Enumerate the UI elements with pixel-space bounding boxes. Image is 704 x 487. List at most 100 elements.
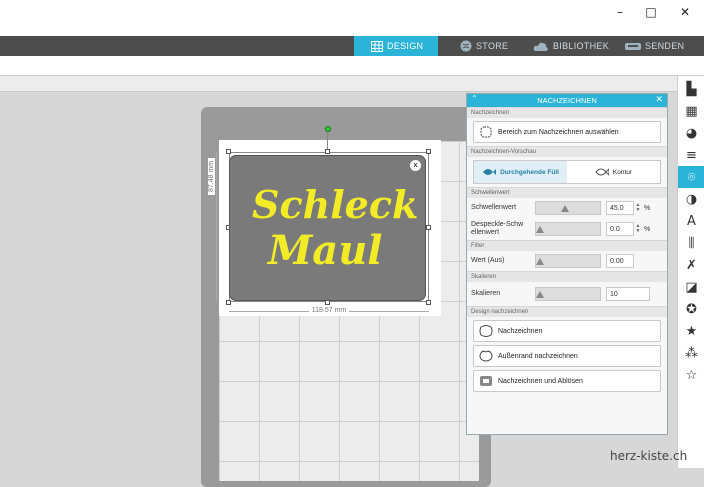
lettering-artwork: Schleck Maul	[252, 182, 418, 274]
sketch-icon[interactable]: ⁂	[678, 342, 704, 364]
outline-option-label: Kontur	[612, 168, 633, 176]
grid-icon	[371, 40, 383, 52]
filter-row: Wert (Aus) 0.00	[467, 251, 667, 271]
trace-outer-edge-button[interactable]: Außenrand nachzeichnen	[473, 345, 661, 367]
tab-send-label: SENDEN	[645, 41, 685, 51]
outer-edge-icon	[479, 349, 493, 363]
resize-handle-tl[interactable]	[226, 149, 231, 154]
preview-mode-toggle: Durchgehende Füll Kontur	[473, 160, 661, 184]
tab-store[interactable]: STORE	[460, 36, 508, 56]
resize-handle-t[interactable]	[325, 149, 330, 154]
scale-slider-thumb[interactable]	[536, 291, 544, 298]
detach-icon	[479, 374, 493, 388]
palette-icon[interactable]: ◕	[678, 122, 704, 144]
transform-icon[interactable]: ✗	[678, 254, 704, 276]
section-threshold: Schwellenwert	[467, 187, 667, 198]
select-area-icon	[479, 125, 493, 139]
maximize-button[interactable]: □	[634, 0, 668, 24]
despeckle-spinner[interactable]: ▲ ▼	[634, 224, 642, 234]
scale-row: Skalieren 10	[467, 282, 667, 306]
panel-header: ⌃ NACHZEICHNEN ✕	[467, 94, 667, 107]
cloud-icon	[533, 42, 548, 51]
fill-option[interactable]: Durchgehende Füll	[474, 161, 567, 183]
height-dimension-line	[216, 152, 217, 302]
toolbar	[0, 56, 704, 76]
close-window-button[interactable]: ✕	[668, 0, 702, 24]
filter-value[interactable]: 0.00	[606, 254, 634, 268]
tab-store-label: STORE	[476, 41, 509, 51]
image-icon[interactable]: ▦	[678, 100, 704, 122]
section-preview: Nachzeichnen-Vorschau	[467, 146, 667, 157]
trace-shape-icon	[479, 324, 493, 338]
scale-value[interactable]: 10	[606, 287, 650, 301]
offset-icon[interactable]: ★	[678, 320, 704, 342]
threshold-value[interactable]: 45.0	[606, 201, 634, 215]
watermark: herz-kiste.ch	[610, 449, 688, 463]
align-icon[interactable]: ⫼	[678, 232, 704, 254]
rotate-handle[interactable]	[325, 126, 331, 132]
despeckle-slider[interactable]	[535, 222, 601, 236]
scale-label: Skalieren	[471, 290, 501, 297]
despeckle-label: Despeckle-Schw ellenwert	[471, 221, 524, 236]
tab-send[interactable]: SENDEN	[625, 36, 684, 56]
tab-library-label: BIBLIOTHEK	[553, 41, 610, 51]
resize-handle-tr[interactable]	[426, 149, 431, 154]
ruler-strip	[0, 76, 704, 92]
tab-library[interactable]: BIBLIOTHEK	[533, 36, 609, 56]
height-dimension-label: 87.48 mm	[208, 157, 215, 195]
fish-fill-icon	[482, 165, 497, 179]
select-trace-area-button[interactable]: Bereich zum Nachzeichnen auswählen	[473, 121, 661, 143]
section-scale: Skalieren	[467, 271, 667, 282]
despeckle-unit: %	[644, 225, 651, 233]
trace-and-detach-label: Nachzeichnen und Ablösen	[498, 377, 583, 385]
tab-design[interactable]: DESIGN	[354, 36, 438, 56]
line-style-icon[interactable]: ≡	[678, 144, 704, 166]
width-dimension-label: 118.57 mm	[308, 307, 350, 314]
panel-title: NACHZEICHNEN	[537, 96, 597, 105]
filter-slider[interactable]	[535, 254, 601, 268]
collapse-panel-icon[interactable]: ⌃	[471, 94, 478, 103]
trace-outer-edge-label: Außenrand nachzeichnen	[498, 352, 578, 360]
trace-button-label: Nachzeichnen	[498, 327, 543, 335]
height-dimension: 87.48 mm	[208, 157, 215, 195]
section-trace: Nachzeichnen	[467, 107, 667, 118]
fill-icon[interactable]: ◑	[678, 188, 704, 210]
threshold-slider[interactable]	[535, 201, 601, 215]
replicate-icon[interactable]: ✪	[678, 298, 704, 320]
top-navigation: DESIGN STORE BIBLIOTHEK SENDEN	[0, 36, 704, 56]
scale-slider[interactable]	[535, 287, 601, 301]
threshold-unit: %	[644, 204, 651, 212]
filter-label: Wert (Aus)	[471, 257, 505, 264]
outline-option[interactable]: Kontur	[567, 161, 660, 183]
threshold-slider-thumb[interactable]	[561, 205, 570, 212]
page-setup-icon[interactable]: ▙	[678, 78, 704, 100]
cutter-icon	[625, 42, 641, 50]
star-icon[interactable]: ☆	[678, 364, 704, 386]
despeckle-slider-thumb[interactable]	[536, 226, 544, 233]
fish-outline-icon	[595, 165, 609, 179]
threshold-spinner[interactable]: ▲ ▼	[634, 203, 642, 213]
trace-button[interactable]: Nachzeichnen	[473, 320, 661, 342]
fill-option-label: Durchgehende Füll	[500, 168, 559, 176]
despeckle-row: Despeckle-Schw ellenwert 0.0 ▲ ▼ %	[467, 218, 667, 240]
artwork-text-line1: Schleck	[252, 182, 418, 227]
despeckle-value[interactable]: 0.0	[606, 222, 634, 236]
select-trace-area-label: Bereich zum Nachzeichnen auswählen	[498, 128, 619, 136]
modify-icon[interactable]: ◪	[678, 276, 704, 298]
artwork-card[interactable]: x Schleck Maul	[229, 155, 426, 301]
close-panel-icon[interactable]: ✕	[655, 95, 663, 105]
section-filter: Filter	[467, 240, 667, 251]
section-design-trace: Design nachzeichnen	[467, 306, 667, 317]
text-icon[interactable]: A	[678, 210, 704, 232]
minimize-button[interactable]: –	[603, 0, 637, 24]
right-sidebar: ▙ ▦ ◕ ≡ ⌾ ◑ A ⫼ ✗ ◪ ✪ ★ ⁂ ☆	[677, 76, 704, 468]
trace-icon[interactable]: ⌾	[678, 166, 704, 188]
threshold-label: Schwellenwert	[471, 204, 517, 211]
store-globe-icon	[460, 40, 472, 52]
filter-slider-thumb[interactable]	[536, 258, 544, 265]
width-dimension: 118.57 mm	[229, 307, 429, 317]
trace-and-detach-button[interactable]: Nachzeichnen und Ablösen	[473, 370, 661, 392]
threshold-row: Schwellenwert 45.0 ▲ ▼ %	[467, 198, 667, 218]
tab-design-label: DESIGN	[387, 41, 424, 51]
title-bar: – □ ✕	[0, 0, 704, 36]
